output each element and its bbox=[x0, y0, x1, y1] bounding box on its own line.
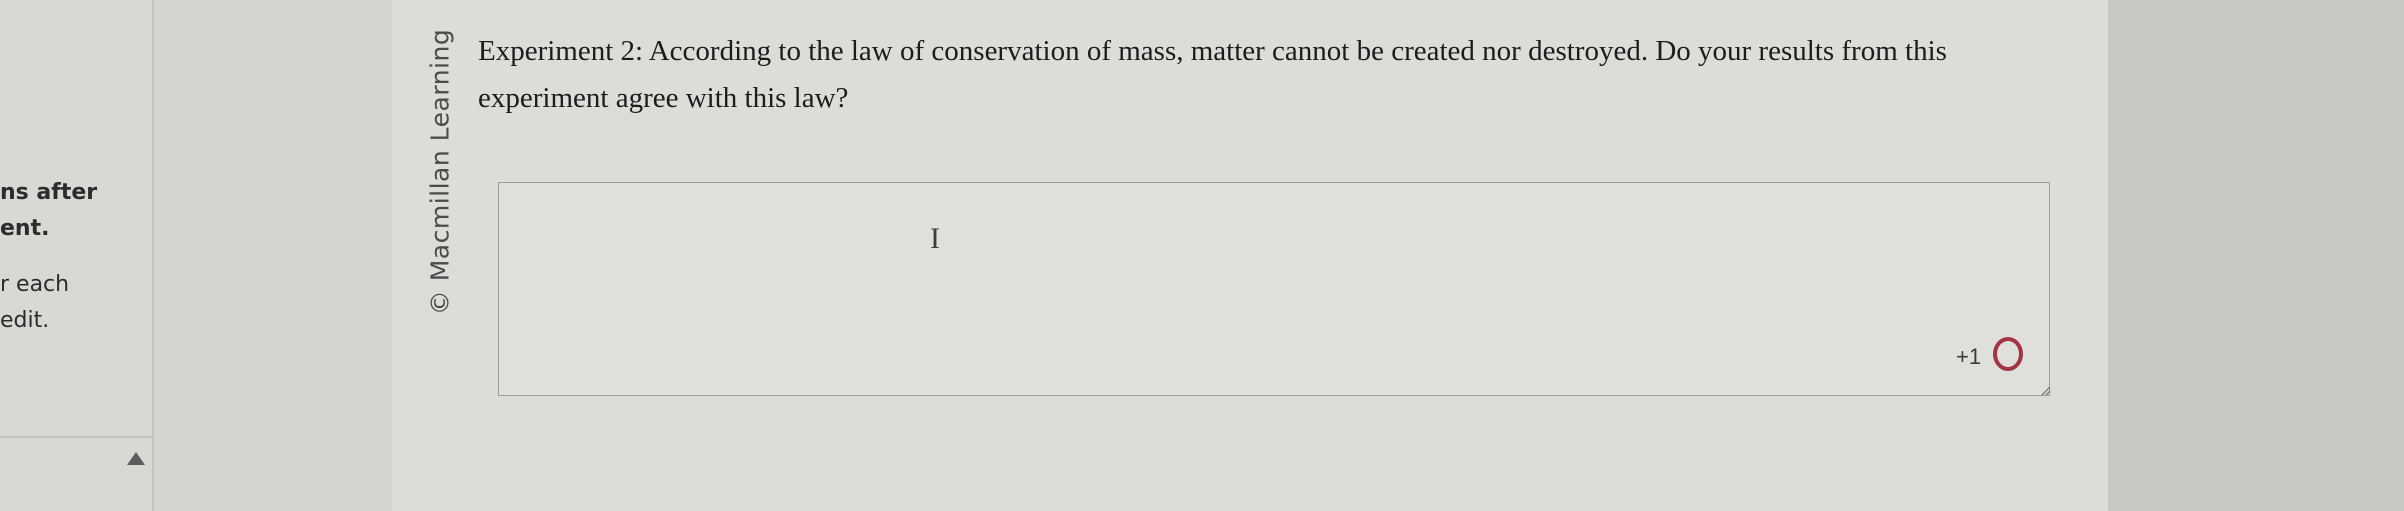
i-beam-cursor-icon: I bbox=[930, 222, 940, 255]
gutter bbox=[154, 0, 392, 511]
left-panel: ns after ent. r each edit. bbox=[0, 0, 154, 511]
copyright-watermark: © Macmillan Learning bbox=[425, 28, 455, 316]
left-panel-line-1: ns after bbox=[0, 180, 98, 205]
status-circle-icon bbox=[1993, 337, 2023, 371]
triangle-up-icon[interactable] bbox=[127, 452, 145, 465]
right-strip bbox=[2108, 0, 2404, 511]
question-text: Experiment 2: According to the law of co… bbox=[478, 35, 1947, 114]
left-panel-line-2: ent. bbox=[0, 216, 50, 241]
left-panel-divider bbox=[0, 436, 152, 438]
left-panel-line-4: edit. bbox=[0, 308, 50, 333]
left-panel-line-3: r each bbox=[0, 272, 70, 297]
points-label: +1 bbox=[1956, 344, 1982, 369]
resize-handle-icon[interactable] bbox=[2041, 386, 2051, 396]
answer-textarea[interactable] bbox=[498, 182, 2050, 396]
